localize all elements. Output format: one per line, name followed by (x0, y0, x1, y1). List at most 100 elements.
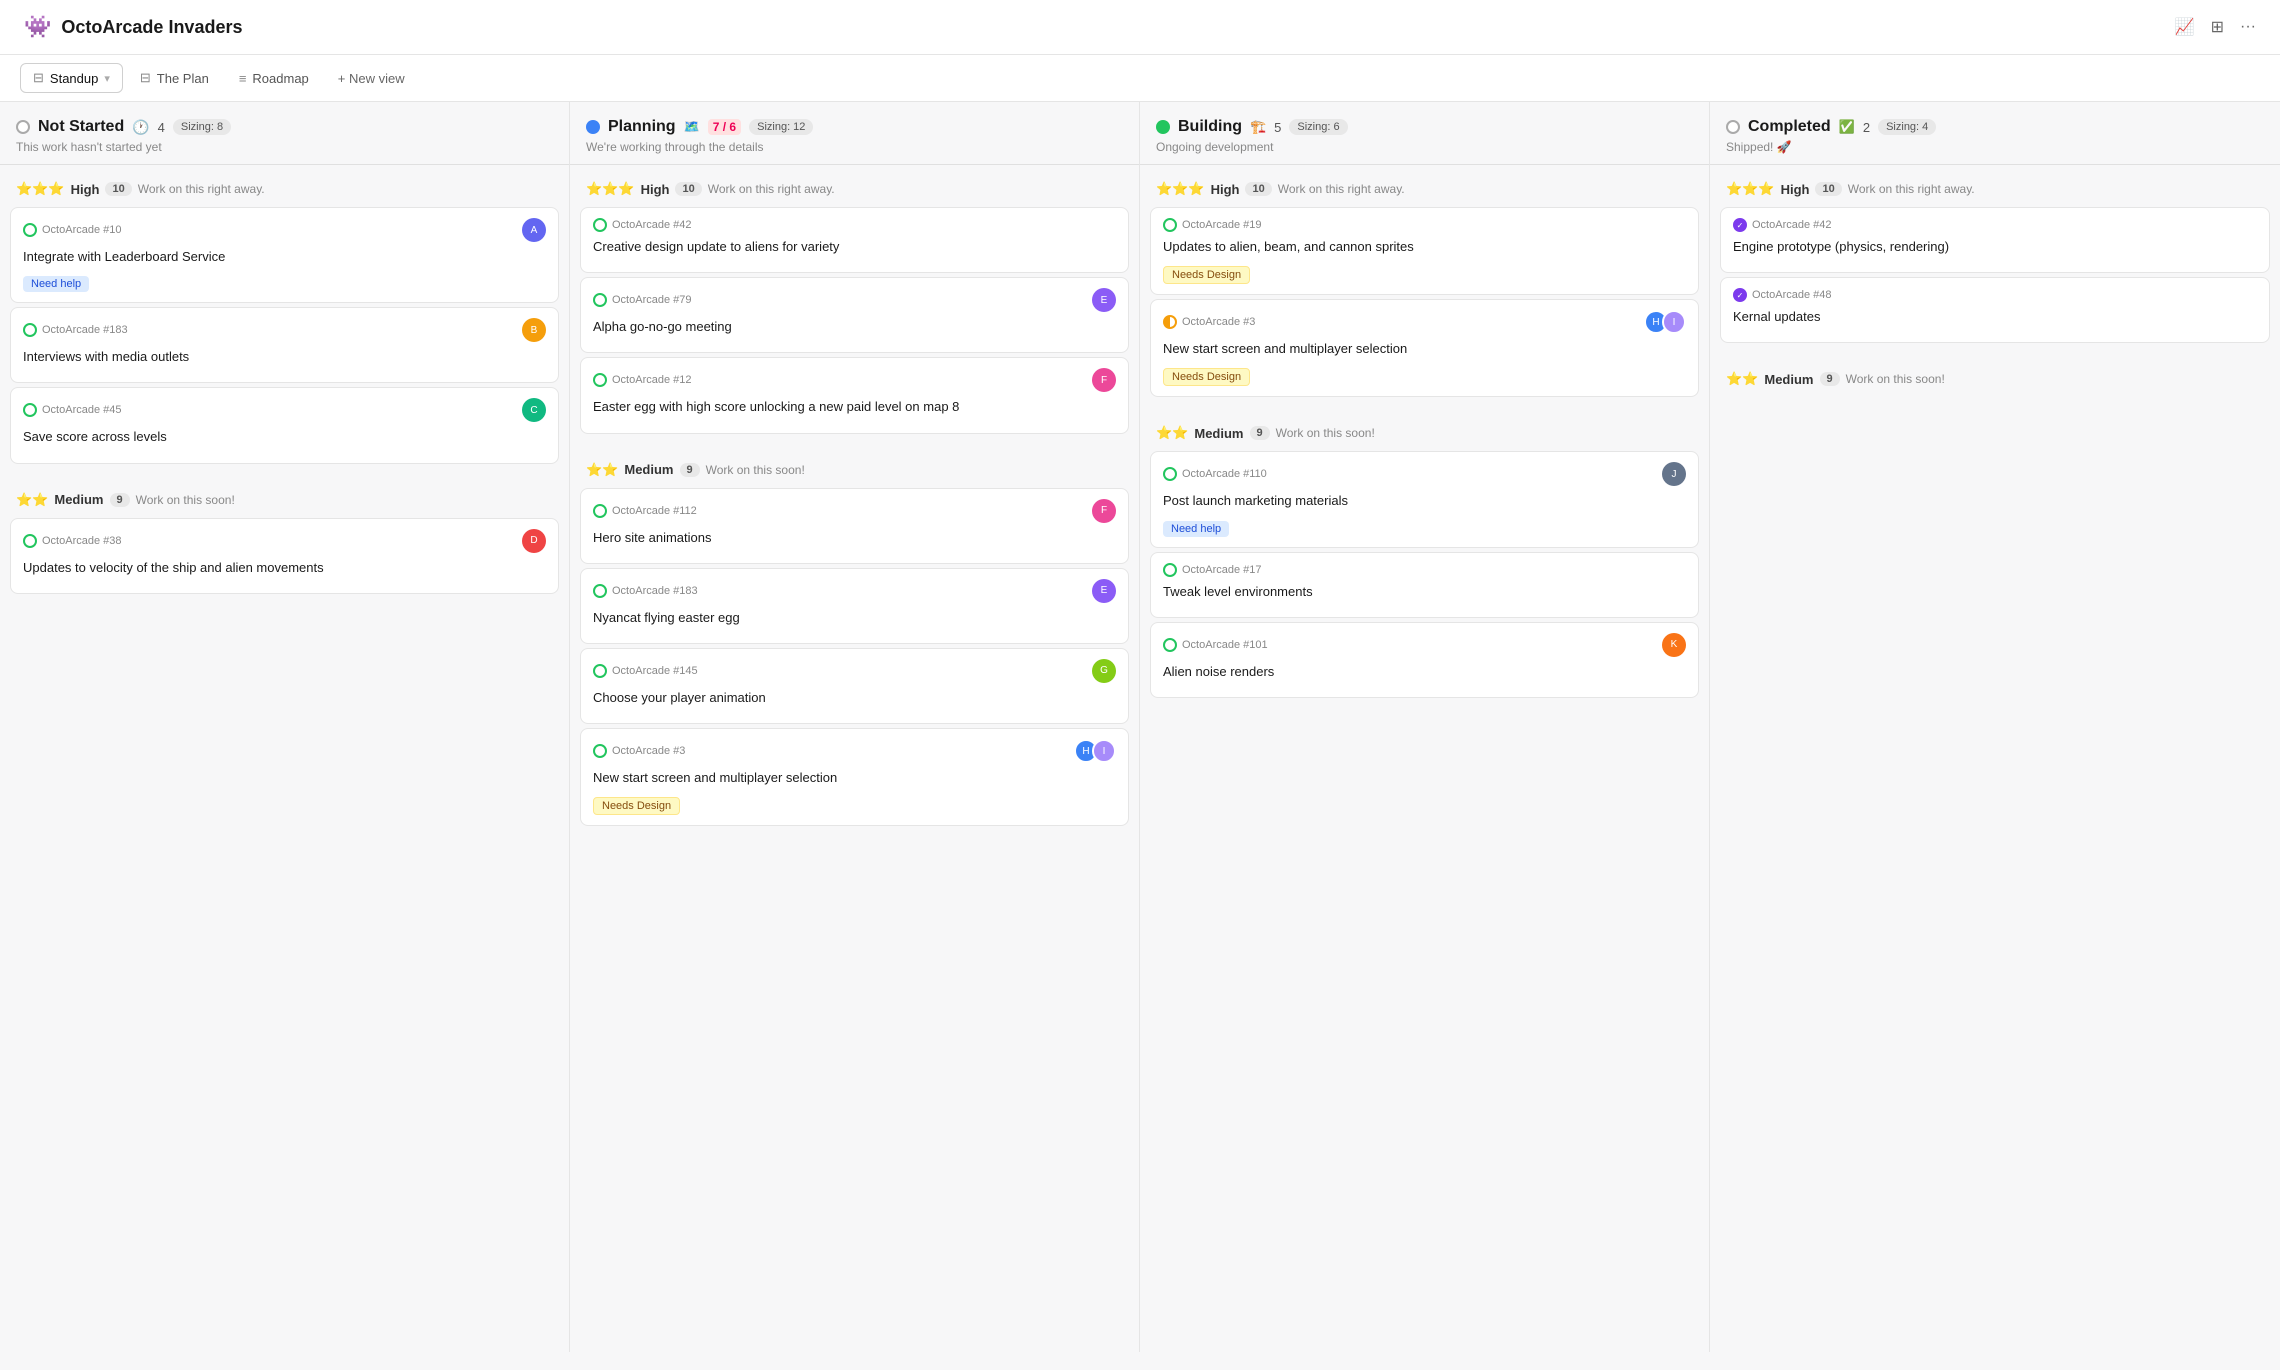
card-bl-101-meta: OctoArcade #101 K (1163, 633, 1686, 657)
card-pl-112-title: Hero site animations (593, 529, 1116, 547)
card-ns-183-id: OctoArcade #183 (23, 323, 128, 337)
status-circle-green-3 (23, 403, 37, 417)
column-completed: Completed ✅ 2 Sizing: 4 Shipped! 🚀 ⭐⭐⭐ H… (1710, 102, 2280, 1352)
card-bl-3-title: New start screen and multiplayer selecti… (1163, 340, 1686, 358)
badge-needs-design-bl3: Needs Design (1163, 368, 1250, 386)
more-icon[interactable]: ··· (2240, 18, 2256, 36)
completed-title: Completed (1748, 118, 1831, 136)
avatar-pl-3b: I (1092, 739, 1116, 763)
card-pl-79-id: OctoArcade #79 (593, 293, 692, 307)
card-bl-19[interactable]: OctoArcade #19 Updates to alien, beam, a… (1150, 207, 1699, 295)
card-pl-12[interactable]: OctoArcade #12 F Easter egg with high sc… (580, 357, 1129, 433)
tab-plan-label: The Plan (157, 71, 209, 86)
card-co-48[interactable]: OctoArcade #48 Kernal updates (1720, 277, 2270, 343)
card-pl-42-id: OctoArcade #42 (593, 218, 692, 232)
card-co-48-id: OctoArcade #48 (1733, 288, 1832, 302)
status-circle-green-2 (23, 323, 37, 337)
completed-high-group: ⭐⭐⭐ High 10 Work on this right away. Oct… (1710, 165, 2280, 355)
avatar-pl-79: E (1092, 288, 1116, 312)
building-emoji: 🏗️ (1250, 119, 1266, 135)
card-pl-183[interactable]: OctoArcade #183 E Nyancat flying easter … (580, 568, 1129, 644)
status-pl-12 (593, 373, 607, 387)
completed-emoji: ✅ (1839, 119, 1855, 135)
medium-desc: Work on this soon! (136, 493, 235, 507)
card-ns-38-meta: OctoArcade #38 D (23, 529, 546, 553)
card-pl-12-meta: OctoArcade #12 F (593, 368, 1116, 392)
completed-medium-label: ⭐⭐ Medium 9 Work on this soon! (1710, 363, 2280, 393)
card-pl-145[interactable]: OctoArcade #145 G Choose your player ani… (580, 648, 1129, 724)
high-priority-label: ⭐⭐⭐ High 10 Work on this right away. (0, 173, 569, 203)
new-view-button[interactable]: + New view (326, 65, 417, 92)
status-pl-183 (593, 584, 607, 598)
avatar-ns-38: D (522, 529, 546, 553)
card-bl-17[interactable]: OctoArcade #17 Tweak level environments (1150, 552, 1699, 618)
status-bl-17 (1163, 563, 1177, 577)
avatar-pl-12: F (1092, 368, 1116, 392)
column-planning-header: Planning 🗺️ 7 / 6 Sizing: 12 We're worki… (570, 102, 1139, 164)
card-pl-79-title: Alpha go-no-go meeting (593, 318, 1116, 336)
completed-count: 2 (1863, 120, 1870, 135)
status-circle-green (23, 223, 37, 237)
tab-bar: ⊟ Standup ▾ ⊟ The Plan ≡ Roadmap + New v… (0, 55, 2280, 102)
card-pl-3[interactable]: OctoArcade #3 H I New start screen and m… (580, 728, 1129, 826)
completed-high-label: ⭐⭐⭐ High 10 Work on this right away. (1710, 173, 2280, 203)
column-building: Building 🏗️ 5 Sizing: 6 Ongoing developm… (1140, 102, 1710, 1352)
avatar-bl-101: K (1662, 633, 1686, 657)
status-pl-145 (593, 664, 607, 678)
app-icon: 👾 (24, 14, 51, 40)
card-pl-42-meta: OctoArcade #42 (593, 218, 1116, 232)
card-ns-10-id: OctoArcade #10 (23, 223, 122, 237)
building-subtitle: Ongoing development (1156, 140, 1693, 154)
grid-icon[interactable]: ⊞ (2211, 17, 2224, 37)
card-bl-101[interactable]: OctoArcade #101 K Alien noise renders (1150, 622, 1699, 698)
card-ns-183[interactable]: OctoArcade #183 B Interviews with media … (10, 307, 559, 383)
tab-standup-icon: ⊟ (33, 70, 44, 86)
card-pl-42[interactable]: OctoArcade #42 Creative design update to… (580, 207, 1129, 273)
header-actions: 📈 ⊞ ··· (2175, 17, 2256, 37)
building-dot (1156, 120, 1170, 134)
card-co-42[interactable]: OctoArcade #42 Engine prototype (physics… (1720, 207, 2270, 273)
card-pl-12-title: Easter egg with high score unlocking a n… (593, 398, 1116, 416)
avatar-ns-183: B (522, 318, 546, 342)
card-ns-38-title: Updates to velocity of the ship and alie… (23, 559, 546, 577)
card-pl-183-meta: OctoArcade #183 E (593, 579, 1116, 603)
card-bl-19-title: Updates to alien, beam, and cannon sprit… (1163, 238, 1686, 256)
card-bl-110[interactable]: OctoArcade #110 J Post launch marketing … (1150, 451, 1699, 547)
card-pl-112[interactable]: OctoArcade #112 F Hero site animations (580, 488, 1129, 564)
medium-count: 9 (110, 493, 130, 507)
card-ns-45-meta: OctoArcade #45 C (23, 398, 546, 422)
chart-icon[interactable]: 📈 (2175, 17, 2195, 37)
card-bl-3-id: OctoArcade #3 (1163, 315, 1255, 329)
card-pl-3-meta: OctoArcade #3 H I (593, 739, 1116, 763)
card-ns-183-title: Interviews with media outlets (23, 348, 546, 366)
card-ns-10[interactable]: OctoArcade #10 A Integrate with Leaderbo… (10, 207, 559, 303)
status-pl-112 (593, 504, 607, 518)
card-ns-38-id: OctoArcade #38 (23, 534, 122, 548)
card-ns-45[interactable]: OctoArcade #45 C Save score across level… (10, 387, 559, 463)
card-pl-183-id: OctoArcade #183 (593, 584, 698, 598)
card-pl-79[interactable]: OctoArcade #79 E Alpha go-no-go meeting (580, 277, 1129, 353)
card-bl-110-title: Post launch marketing materials (1163, 492, 1686, 510)
building-title: Building (1178, 118, 1242, 136)
tab-standup[interactable]: ⊟ Standup ▾ (20, 63, 123, 93)
card-bl-19-id: OctoArcade #19 (1163, 218, 1262, 232)
avatar-pl-183: E (1092, 579, 1116, 603)
badge-need-help-bl110: Need help (1163, 521, 1229, 537)
card-ns-38[interactable]: OctoArcade #38 D Updates to velocity of … (10, 518, 559, 594)
card-pl-145-meta: OctoArcade #145 G (593, 659, 1116, 683)
not-started-sizing: Sizing: 8 (173, 119, 231, 135)
column-not-started-header: Not Started 🕐 4 Sizing: 8 This work hasn… (0, 102, 569, 164)
card-bl-3[interactable]: OctoArcade #3 H I New start screen and m… (1150, 299, 1699, 397)
high-count: 10 (105, 182, 131, 196)
medium-label: Medium (54, 492, 103, 507)
tab-the-plan[interactable]: ⊟ The Plan (127, 63, 222, 93)
planning-fraction: 7 / 6 (708, 119, 741, 135)
not-started-title: Not Started (38, 118, 124, 136)
avatar-ns-10: A (522, 218, 546, 242)
tab-roadmap[interactable]: ≡ Roadmap (226, 64, 322, 93)
tab-standup-chevron: ▾ (104, 72, 110, 85)
medium-emoji: ⭐⭐ (16, 492, 48, 508)
card-bl-110-meta: OctoArcade #110 J (1163, 462, 1686, 486)
status-pl-3 (593, 744, 607, 758)
tab-roadmap-label: Roadmap (252, 71, 308, 86)
